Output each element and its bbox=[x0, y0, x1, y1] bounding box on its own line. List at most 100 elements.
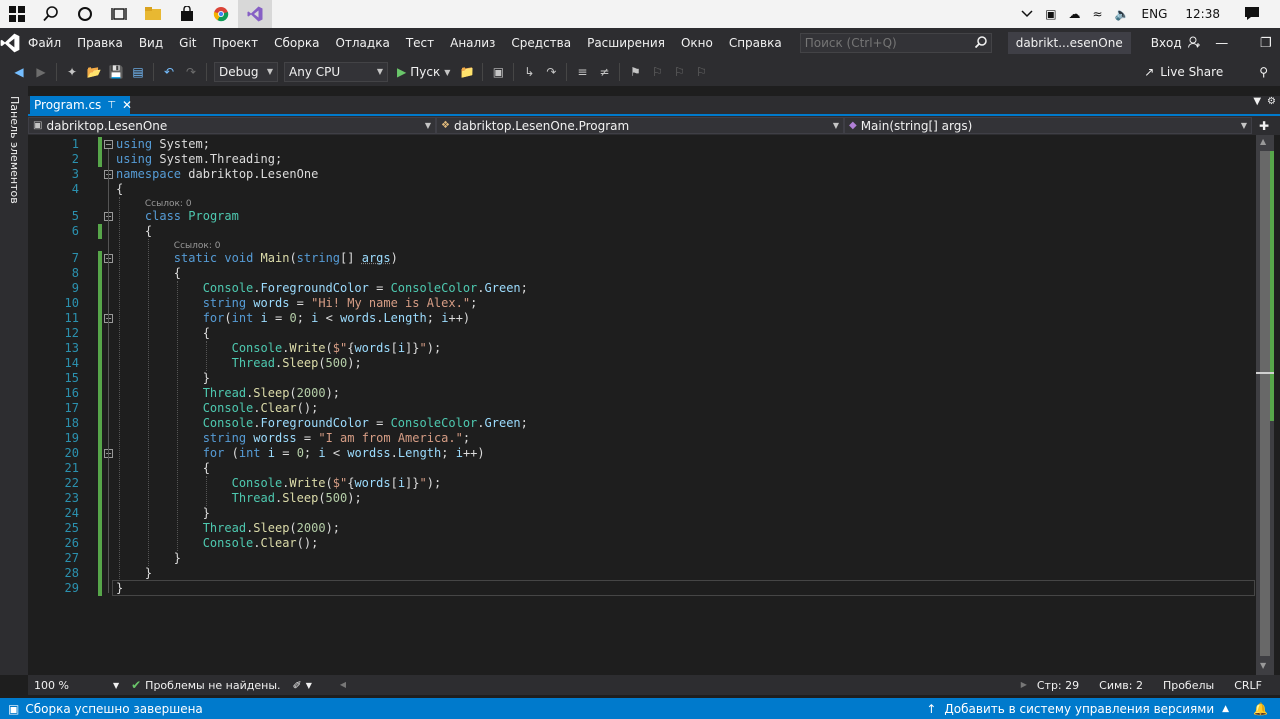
line-indicator[interactable]: Стр: 29 bbox=[1031, 679, 1093, 692]
code-line[interactable]: 25 Thread.Sleep(2000); bbox=[46, 521, 1256, 536]
chevron-up-icon[interactable]: ▲ bbox=[1222, 704, 1229, 714]
code-editor[interactable]: 1− using System; 2 using System.Threading; 3… bbox=[46, 135, 1256, 675]
task-view-icon[interactable] bbox=[102, 0, 136, 28]
menu-analyze[interactable]: Анализ bbox=[442, 28, 503, 58]
scrollbar-thumb[interactable] bbox=[1260, 151, 1270, 656]
open-file-icon[interactable]: 📂 bbox=[83, 61, 105, 83]
line-ending-indicator[interactable]: CRLF bbox=[1228, 679, 1280, 692]
comment-out-icon[interactable]: ≡ bbox=[571, 61, 593, 83]
code-line[interactable]: 9 Console.ForegroundColor = ConsoleColor… bbox=[46, 281, 1256, 296]
code-line[interactable]: 3−namespace dabriktop.LesenOne bbox=[46, 167, 1256, 182]
scroll-up-icon[interactable]: ▲ bbox=[1260, 137, 1266, 146]
issues-indicator[interactable]: ✔ Проблемы не найдены. bbox=[125, 678, 286, 692]
new-project-icon[interactable]: ✦ bbox=[61, 61, 83, 83]
start-debugging-button[interactable]: ▶ Пуск ▼ bbox=[391, 65, 456, 79]
toolbox-tab[interactable]: Панель элементов bbox=[8, 96, 21, 204]
bookmark-icon[interactable]: ⚑ bbox=[624, 61, 646, 83]
menu-test[interactable]: Тест bbox=[398, 28, 442, 58]
step-into-icon[interactable]: ↳ bbox=[518, 61, 540, 83]
code-line[interactable]: 1 − using System; bbox=[46, 137, 1256, 152]
menu-window[interactable]: Окно bbox=[673, 28, 721, 58]
wifi-icon[interactable]: ≈ bbox=[1087, 7, 1109, 21]
step-over-icon[interactable]: ↷ bbox=[540, 61, 562, 83]
code-cleanup-button[interactable]: ✐ ▼ bbox=[287, 679, 318, 692]
chrome-icon[interactable] bbox=[204, 0, 238, 28]
camera-icon[interactable]: ▣ bbox=[1039, 7, 1062, 21]
save-icon[interactable]: 💾 bbox=[105, 61, 127, 83]
whitespace-indicator[interactable]: Пробелы bbox=[1157, 679, 1228, 692]
add-to-source-control-button[interactable]: Добавить в систему управления версиями bbox=[944, 702, 1214, 716]
tab-program-cs[interactable]: Program.cs ⊤ ✕ bbox=[30, 96, 130, 114]
code-line[interactable]: 28 } bbox=[46, 566, 1256, 581]
menu-file[interactable]: Файл bbox=[20, 28, 69, 58]
windows-start-icon[interactable] bbox=[0, 0, 34, 28]
vertical-scrollbar[interactable]: ▲ ▼ bbox=[1256, 135, 1274, 675]
code-line[interactable]: 26 Console.Clear(); bbox=[46, 536, 1256, 551]
store-icon[interactable] bbox=[170, 0, 204, 28]
navigate-back-icon[interactable]: ◀ bbox=[8, 61, 30, 83]
horizontal-scrollbar[interactable]: ◀ ▶ bbox=[334, 679, 1031, 691]
close-tab-icon[interactable]: ✕ bbox=[122, 98, 136, 112]
code-line[interactable]: 19 string wordss = "I am from America."; bbox=[46, 431, 1256, 446]
code-line[interactable]: 4{ bbox=[46, 182, 1256, 197]
menu-debug[interactable]: Отладка bbox=[327, 28, 397, 58]
live-share-button[interactable]: ↗ Live Share ⚲ bbox=[1144, 65, 1280, 79]
chevron-down-icon[interactable]: ▼ bbox=[444, 68, 450, 77]
code-line[interactable]: 6 { bbox=[46, 224, 1256, 239]
code-line[interactable]: 12 { bbox=[46, 326, 1256, 341]
code-line[interactable]: 24 } bbox=[46, 506, 1256, 521]
code-line[interactable]: 14 Thread.Sleep(500); bbox=[46, 356, 1256, 371]
menu-help[interactable]: Справка bbox=[721, 28, 790, 58]
menu-build[interactable]: Сборка bbox=[266, 28, 327, 58]
column-indicator[interactable]: Симв: 2 bbox=[1093, 679, 1157, 692]
code-line[interactable]: 16 Thread.Sleep(2000); bbox=[46, 386, 1256, 401]
platform-select[interactable]: Any CPU ▼ bbox=[284, 62, 388, 82]
menu-tools[interactable]: Средства bbox=[503, 28, 579, 58]
volume-icon[interactable]: 🔈 bbox=[1109, 7, 1136, 21]
solution-name[interactable]: dabrikt...esenOne bbox=[1008, 32, 1131, 54]
next-bookmark-icon[interactable]: ⚐ bbox=[668, 61, 690, 83]
code-line[interactable]: 10 string words = "Hi! My name is Alex."… bbox=[46, 296, 1256, 311]
cortana-icon[interactable] bbox=[68, 0, 102, 28]
code-line[interactable]: 22 Console.Write($"{words[i]}"); bbox=[46, 476, 1256, 491]
code-line[interactable]: 27 } bbox=[46, 551, 1256, 566]
visual-studio-icon[interactable] bbox=[238, 0, 272, 28]
language-indicator[interactable]: ENG bbox=[1136, 7, 1174, 21]
tab-list-icon[interactable]: ▼ bbox=[1253, 96, 1261, 107]
redo-icon[interactable]: ↷ bbox=[180, 61, 202, 83]
scroll-down-icon[interactable]: ▼ bbox=[1260, 661, 1266, 670]
minimize-icon[interactable]: — bbox=[1200, 28, 1244, 58]
camera-icon[interactable]: ▣ bbox=[487, 61, 509, 83]
scroll-right-icon[interactable]: ▶ bbox=[1021, 680, 1027, 689]
notification-icon[interactable] bbox=[1238, 6, 1280, 23]
search-icon[interactable] bbox=[975, 36, 987, 51]
search-icon[interactable] bbox=[34, 0, 68, 28]
project-dropdown[interactable]: ▣ dabriktop.LesenOne ▼ bbox=[28, 117, 436, 134]
clear-bookmarks-icon[interactable]: ⚐ bbox=[690, 61, 712, 83]
code-line[interactable]: 15 } bbox=[46, 371, 1256, 386]
code-line[interactable]: 17 Console.Clear(); bbox=[46, 401, 1256, 416]
code-line[interactable]: 2 using System.Threading; bbox=[46, 152, 1256, 167]
collapse-icon[interactable]: − bbox=[104, 140, 113, 149]
restore-icon[interactable]: ❐ bbox=[1244, 28, 1280, 58]
file-explorer-icon[interactable] bbox=[136, 0, 170, 28]
code-line[interactable]: 7− static void Main(string[] args) bbox=[46, 251, 1256, 266]
menu-git[interactable]: Git bbox=[171, 28, 204, 58]
menu-edit[interactable]: Правка bbox=[69, 28, 131, 58]
browse-folder-icon[interactable]: 📁 bbox=[456, 61, 478, 83]
member-dropdown[interactable]: ◆ Main(string[] args) ▼ bbox=[844, 117, 1252, 134]
code-line[interactable]: 5− class Program bbox=[46, 209, 1256, 224]
cloud-icon[interactable]: ☁ bbox=[1063, 7, 1087, 21]
zoom-select[interactable]: 100 % ▼ bbox=[28, 679, 125, 692]
code-line[interactable]: 18 Console.ForegroundColor = ConsoleColo… bbox=[46, 416, 1256, 431]
navigate-forward-icon[interactable]: ▶ bbox=[30, 61, 52, 83]
code-line[interactable]: 20− for (int i = 0; i < wordss.Length; i… bbox=[46, 446, 1256, 461]
bell-icon[interactable]: 🔔 bbox=[1237, 702, 1268, 716]
type-dropdown[interactable]: ❖ dabriktop.LesenOne.Program ▼ bbox=[436, 117, 844, 134]
uncomment-icon[interactable]: ≠ bbox=[593, 61, 615, 83]
code-line[interactable]: 11− for(int i = 0; i < words.Length; i++… bbox=[46, 311, 1256, 326]
menu-view[interactable]: Вид bbox=[131, 28, 171, 58]
code-line[interactable]: 21 { bbox=[46, 461, 1256, 476]
split-window-icon[interactable]: ✚ bbox=[1256, 117, 1272, 134]
previous-bookmark-icon[interactable]: ⚐ bbox=[646, 61, 668, 83]
